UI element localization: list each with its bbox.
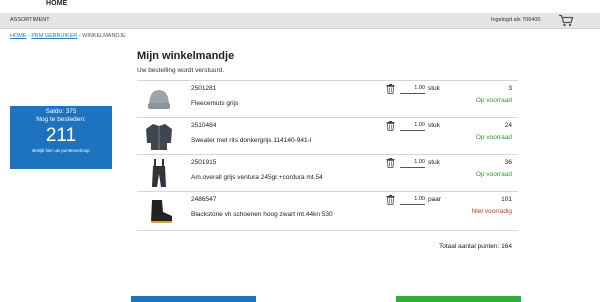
table-divider [137, 230, 518, 231]
logged-in-status: Ingelogd als 706400. [490, 17, 542, 23]
trash-icon[interactable] [386, 121, 395, 131]
nav-bar: ASSORTIMENT Ingelogd als 706400. [0, 13, 600, 29]
overall-icon [152, 159, 166, 187]
item-description: Sweater met rits donkergrijs 114140-941-… [191, 137, 312, 144]
quantity-input[interactable]: 1.00 [400, 122, 425, 131]
trash-icon[interactable] [386, 158, 395, 168]
beanie-icon [148, 90, 170, 109]
quantity-input[interactable]: 1.00 [400, 159, 425, 168]
item-code: 2510484 [191, 122, 217, 129]
item-code: 2501915 [191, 159, 217, 166]
cart-row: 2510484 Sweater met rits donkergrijs 114… [137, 117, 518, 155]
item-description: Fleecemuts grijs [191, 100, 239, 107]
stock-status: Op voorraad [475, 134, 512, 141]
breadcrumb: HOME - PBM GEBRUIKER - WINKELMANDJE [10, 33, 126, 39]
nav-assortiment[interactable]: ASSORTIMENT [10, 17, 50, 23]
trash-icon[interactable] [386, 84, 395, 94]
points-history-link[interactable]: Bekijk hier uw puntenverloop [10, 148, 112, 153]
page-title: Mijn winkelmandje [137, 50, 235, 62]
remaining-amount: 211 [45, 125, 77, 146]
item-points: 36 [504, 159, 512, 166]
item-code: 2501281 [191, 85, 217, 92]
cart-row: 2501281 Fleecemuts grijs 1.00 stuk 3 Op … [137, 80, 518, 118]
item-unit: stuk [428, 85, 440, 92]
confirm-button[interactable] [396, 296, 521, 302]
stock-status: Op voorraad [475, 171, 512, 178]
breadcrumb-home[interactable]: HOME [10, 33, 27, 39]
item-unit: stuk [428, 122, 440, 129]
cart-row: 2486547 Blackstone vh schoenen hoog zwar… [137, 191, 518, 229]
saldo-label: Saldo: 375 [45, 108, 77, 115]
item-unit: stuk [428, 159, 440, 166]
quantity-input[interactable]: 1.00 [400, 85, 425, 94]
item-description: Am.overall grijs ventura 245gr.+cordura … [191, 174, 323, 181]
stock-status: Niet voorradig [471, 208, 512, 215]
breadcrumb-current: WINKELMANDJE [82, 33, 126, 39]
item-points: 3 [508, 85, 512, 92]
breadcrumb-pbm-gebruiker[interactable]: PBM GEBRUIKER [31, 33, 77, 39]
boot-icon [151, 200, 172, 223]
top-bar: HOME [0, 0, 600, 13]
trash-icon[interactable] [386, 195, 395, 205]
saldo-panel: Saldo: 375 Nog te besteden: 211 Bekijk h… [10, 106, 112, 169]
item-code: 2486547 [191, 196, 217, 203]
item-description: Blackstone vh schoenen hoog zwart mt.44k… [191, 211, 333, 218]
sweater-icon [146, 124, 172, 150]
item-points: 101 [501, 196, 512, 203]
stock-status: Op voorraad [475, 97, 512, 104]
home-link[interactable]: HOME [46, 0, 67, 7]
page-subtitle: Uw bestelling wordt verstuurd. [137, 67, 225, 74]
cart-icon[interactable] [558, 14, 574, 27]
back-button[interactable] [131, 296, 256, 302]
total-points: Totaal aantal punten: 164 [438, 243, 512, 250]
item-points: 24 [504, 122, 512, 129]
item-unit: paar [428, 196, 442, 203]
remaining-label: Nog te besteden: [36, 116, 86, 123]
quantity-input[interactable]: 1.00 [400, 196, 425, 205]
cart-row: 2501915 Am.overall grijs ventura 245gr.+… [137, 154, 518, 192]
